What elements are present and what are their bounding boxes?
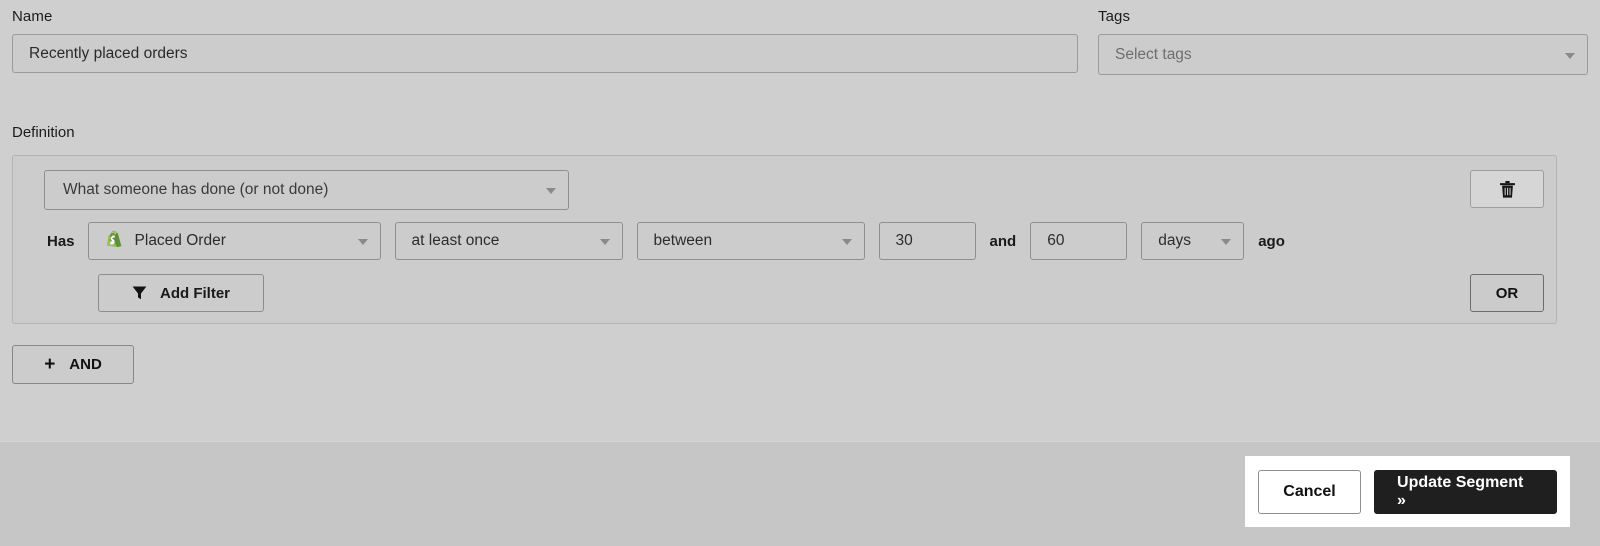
definition-label: Definition: [12, 124, 75, 141]
range-from-input[interactable]: 30: [878, 222, 976, 260]
metric-select[interactable]: Placed Order: [87, 222, 381, 260]
or-button[interactable]: OR: [1470, 274, 1544, 312]
chevron-down-icon: [1221, 239, 1232, 245]
add-and-group-button[interactable]: + AND: [12, 345, 134, 384]
chevron-down-icon: [599, 239, 610, 245]
time-unit-select[interactable]: days: [1141, 222, 1245, 260]
time-unit-value: days: [1158, 232, 1191, 249]
timeframe-value: between: [653, 232, 713, 249]
name-field-group: Name Recently placed orders: [12, 8, 1078, 75]
name-label: Name: [12, 8, 53, 25]
definition-type-value: What someone has done (or not done): [63, 181, 329, 198]
tags-label: Tags: [1098, 8, 1131, 25]
top-fields-row: Name Recently placed orders Tags Select …: [12, 8, 1588, 75]
tags-select-placeholder: Select tags: [1115, 45, 1192, 63]
segment-editor-page: Name Recently placed orders Tags Select …: [0, 0, 1600, 546]
tags-select[interactable]: Select tags: [1098, 34, 1588, 75]
chevron-down-icon: [1565, 52, 1575, 59]
shopify-icon: [106, 230, 121, 248]
update-segment-button[interactable]: Update Segment »: [1374, 469, 1557, 514]
chevron-down-icon: [841, 239, 852, 245]
and-button-label: AND: [69, 356, 102, 373]
footer-bar: Cancel Update Segment »: [0, 441, 1600, 546]
has-label: Has: [47, 232, 75, 250]
trash-icon: [1499, 180, 1515, 198]
chevron-down-icon: [357, 239, 368, 245]
ago-label: ago: [1258, 232, 1285, 250]
range-conjunction-label: and: [989, 232, 1017, 250]
add-filter-label: Add Filter: [160, 284, 230, 302]
tags-field-group: Tags Select tags: [1098, 8, 1588, 75]
definition-type-select[interactable]: What someone has done (or not done): [44, 170, 569, 210]
funnel-icon: [132, 286, 147, 300]
name-input[interactable]: Recently placed orders: [12, 34, 1078, 73]
metric-value: Placed Order: [134, 232, 226, 249]
footer-actions: Cancel Update Segment »: [1245, 456, 1570, 527]
delete-condition-button[interactable]: [1470, 170, 1544, 208]
filter-row: Has Placed Order at least once between 3…: [44, 222, 1285, 260]
add-filter-button[interactable]: Add Filter: [98, 274, 264, 312]
plus-icon: +: [44, 354, 56, 375]
chevron-down-icon: [546, 188, 556, 194]
frequency-select[interactable]: at least once: [394, 222, 623, 260]
range-to-input[interactable]: 60: [1030, 222, 1128, 260]
frequency-value: at least once: [411, 232, 500, 249]
cancel-button[interactable]: Cancel: [1258, 469, 1362, 514]
definition-panel: What someone has done (or not done) Has …: [12, 155, 1557, 324]
timeframe-select[interactable]: between: [636, 222, 865, 260]
